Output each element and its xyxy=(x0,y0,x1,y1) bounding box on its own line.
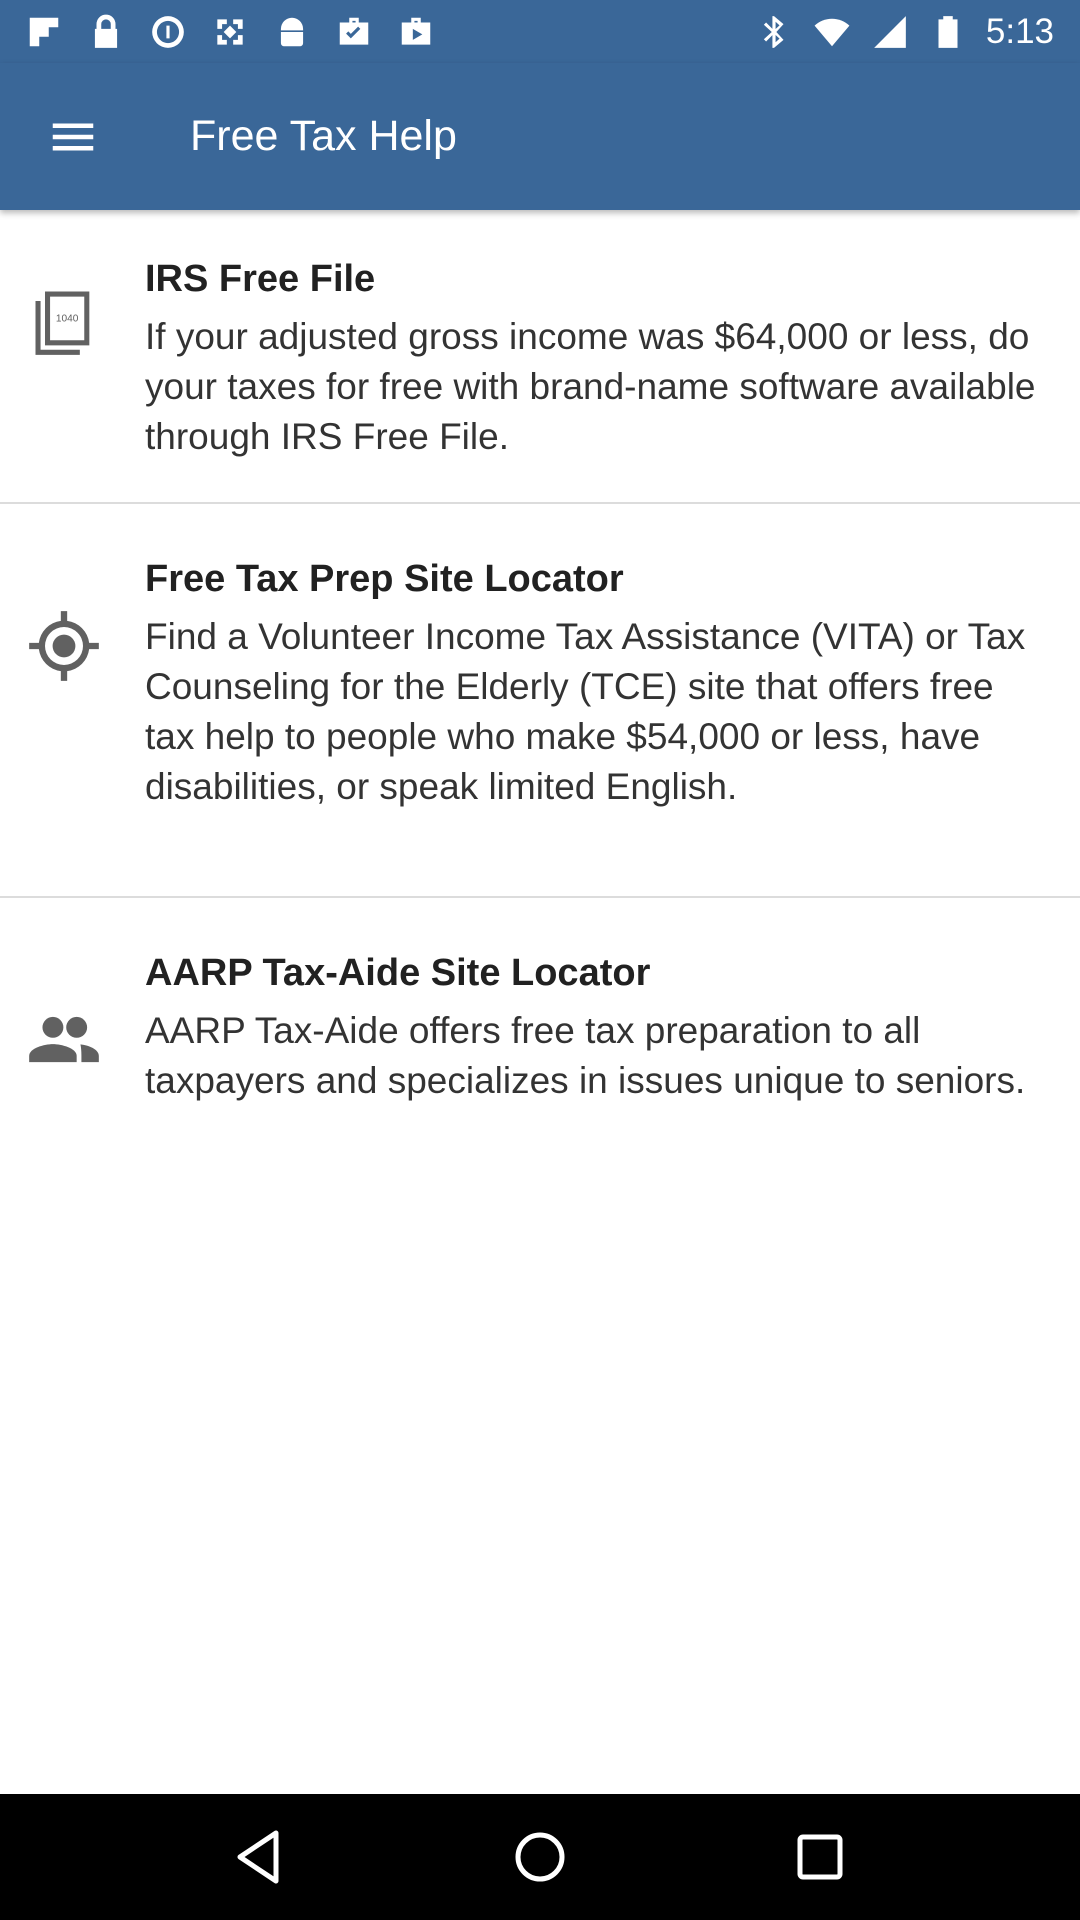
battery-icon xyxy=(928,12,968,52)
list-item-title: AARP Tax-Aide Site Locator xyxy=(145,952,651,994)
list-item-title: Free Tax Prep Site Locator xyxy=(145,558,624,600)
back-triangle-icon xyxy=(237,1830,279,1884)
status-time: 5:13 xyxy=(985,11,1054,51)
svg-text:1040: 1040 xyxy=(56,314,79,325)
flipboard-icon xyxy=(24,12,64,52)
signal-icon xyxy=(870,12,910,52)
android-icon xyxy=(272,12,312,52)
list-item-text: Free Tax Prep Site Locator Find a Volunt… xyxy=(145,556,1080,896)
form-1040-icon: 1040 xyxy=(26,282,102,358)
list-item-aarp-locator[interactable]: AARP Tax-Aide Site Locator AARP Tax-Aide… xyxy=(0,898,1080,1198)
list-item-irs-free-file[interactable]: 1040 IRS Free File If your adjusted gros… xyxy=(0,210,1080,504)
briefcase-check-icon xyxy=(334,12,374,52)
page-title: Free Tax Help xyxy=(190,112,457,160)
help-options-list: 1040 IRS Free File If your adjusted gros… xyxy=(0,210,1080,1198)
list-item-text: IRS Free File If your adjusted gross inc… xyxy=(145,256,1080,502)
hamburger-menu-icon xyxy=(52,123,94,150)
fake-gps-icon xyxy=(210,12,250,52)
lock-icon xyxy=(86,12,126,52)
list-item-text: AARP Tax-Aide Site Locator AARP Tax-Aide… xyxy=(145,950,1080,1198)
list-item-description: If your adjusted gross income was $64,00… xyxy=(145,316,1036,457)
locator-target-icon xyxy=(26,608,102,684)
play-store-icon xyxy=(396,12,436,52)
menu-button[interactable] xyxy=(0,63,146,210)
back-button[interactable] xyxy=(210,1807,310,1907)
data-saver-icon xyxy=(148,12,188,52)
wifi-icon xyxy=(812,12,852,52)
list-item-site-locator[interactable]: Free Tax Prep Site Locator Find a Volunt… xyxy=(0,504,1080,898)
app-bar: Free Tax Help xyxy=(0,63,1080,210)
bluetooth-icon xyxy=(754,12,794,52)
list-item-title: IRS Free File xyxy=(145,258,376,300)
status-bar: 5:13 xyxy=(0,0,1080,63)
recents-square-icon xyxy=(797,1834,843,1880)
list-item-description: AARP Tax-Aide offers free tax preparatio… xyxy=(145,1010,1026,1101)
home-circle-icon xyxy=(515,1832,565,1882)
home-button[interactable] xyxy=(490,1807,590,1907)
recents-button[interactable] xyxy=(770,1807,870,1907)
people-icon xyxy=(26,1002,102,1078)
list-item-description: Find a Volunteer Income Tax Assistance (… xyxy=(145,616,1026,807)
status-bar-notifications xyxy=(24,12,436,52)
system-navigation-bar xyxy=(0,1794,1080,1920)
status-bar-system: 5:13 xyxy=(754,12,1054,52)
